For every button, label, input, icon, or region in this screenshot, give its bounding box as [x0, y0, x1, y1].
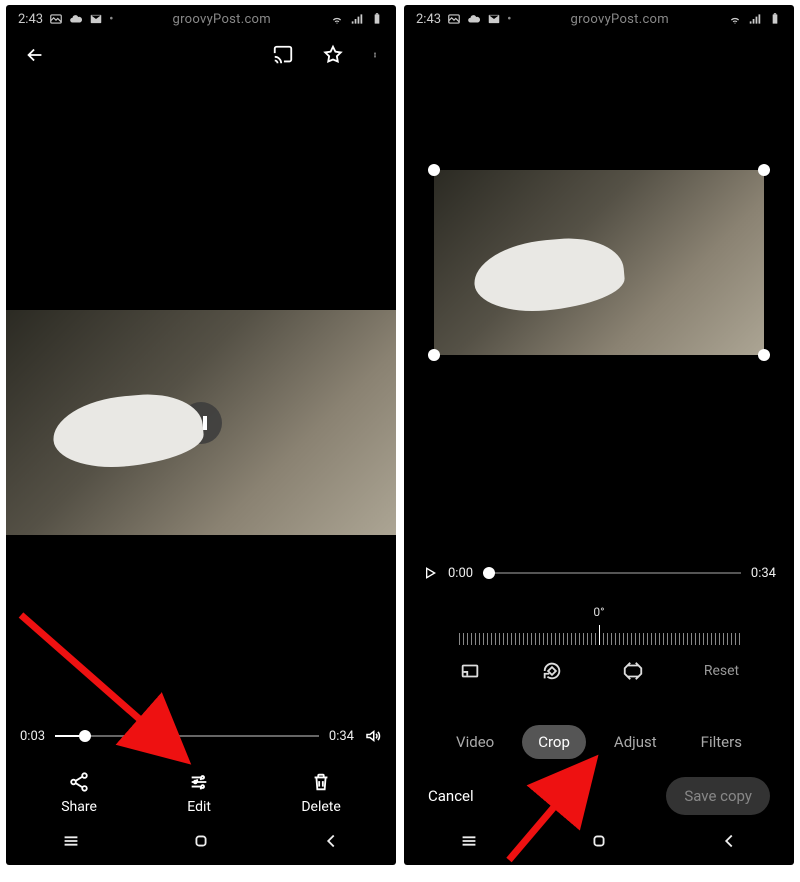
video-frame[interactable] — [6, 310, 396, 535]
duration-label: 0:34 — [751, 566, 776, 581]
signal-icon — [350, 12, 364, 26]
tab-filters[interactable]: Filters — [685, 725, 758, 759]
android-nav-bar — [6, 821, 396, 865]
status-time: 2:43 — [416, 12, 441, 27]
home-nav-icon[interactable] — [190, 830, 212, 856]
recents-nav-icon[interactable] — [60, 830, 82, 856]
status-time: 2:43 — [18, 12, 43, 27]
back-nav-icon[interactable] — [320, 830, 342, 856]
save-copy-button[interactable]: Save copy — [666, 777, 770, 815]
signal-icon — [748, 12, 762, 26]
volume-icon[interactable] — [364, 727, 382, 745]
share-button[interactable]: Share — [61, 771, 97, 815]
rotate-icon[interactable] — [541, 660, 563, 682]
crop-handle-tr[interactable] — [758, 164, 770, 176]
battery-icon — [370, 12, 384, 26]
edit-icon — [188, 771, 210, 793]
duration-label: 0:34 — [329, 729, 354, 744]
more-icon[interactable] — [372, 44, 378, 66]
gmail-icon — [89, 12, 103, 26]
battery-icon — [768, 12, 782, 26]
edit-button[interactable]: Edit — [187, 771, 211, 815]
progress-track[interactable] — [483, 572, 741, 574]
back-nav-icon[interactable] — [718, 830, 740, 856]
crop-handle-bl[interactable] — [428, 349, 440, 361]
crop-frame[interactable] — [434, 170, 764, 355]
crop-handle-tl[interactable] — [428, 164, 440, 176]
scrub-bar[interactable]: 0:03 0:34 — [6, 727, 396, 745]
transform-icon[interactable] — [622, 660, 644, 682]
progress-knob[interactable] — [483, 567, 495, 579]
delete-button[interactable]: Delete — [301, 771, 340, 815]
watermark: groovyPost.com — [570, 12, 669, 27]
current-time: 0:00 — [448, 566, 473, 581]
rotation-ticks[interactable] — [434, 623, 764, 645]
bottom-actions: Share Edit Delete — [6, 771, 396, 815]
video-content-placeholder — [471, 234, 627, 317]
cloud-icon — [69, 12, 83, 26]
wifi-icon — [728, 12, 742, 26]
rotation-value: 0° — [434, 605, 764, 619]
back-button[interactable] — [24, 44, 46, 66]
share-icon — [68, 771, 90, 793]
image-icon — [447, 12, 461, 26]
android-nav-bar — [404, 821, 794, 865]
recents-nav-icon[interactable] — [458, 830, 480, 856]
current-time: 0:03 — [20, 729, 45, 744]
delete-icon — [310, 771, 332, 793]
reset-button[interactable]: Reset — [704, 663, 739, 679]
tab-video[interactable]: Video — [440, 725, 510, 759]
wifi-icon — [330, 12, 344, 26]
editor-screen: 2:43 • groovyPost.com — [404, 5, 794, 865]
delete-label: Delete — [301, 799, 340, 815]
status-bar: 2:43 • groovyPost.com — [6, 5, 396, 33]
top-toolbar — [6, 33, 396, 77]
cast-icon[interactable] — [272, 44, 294, 66]
status-bar: 2:43 • groovyPost.com — [404, 5, 794, 33]
edit-label: Edit — [187, 799, 211, 815]
viewer-screen: 2:43 • groovyPost.com — [6, 5, 396, 865]
crop-handle-br[interactable] — [758, 349, 770, 361]
share-label: Share — [61, 799, 97, 815]
gmail-icon — [487, 12, 501, 26]
tab-adjust[interactable]: Adjust — [598, 725, 673, 759]
tab-crop[interactable]: Crop — [522, 725, 586, 759]
editor-timeline[interactable]: 0:00 0:34 — [404, 565, 794, 581]
play-icon[interactable] — [422, 565, 438, 581]
rotation-ruler[interactable]: 0° — [434, 605, 764, 645]
home-nav-icon[interactable] — [588, 830, 610, 856]
watermark: groovyPost.com — [172, 12, 271, 27]
cancel-button[interactable]: Cancel — [428, 787, 474, 805]
crop-tools: Reset — [404, 660, 794, 682]
cloud-icon — [467, 12, 481, 26]
aspect-ratio-icon[interactable] — [459, 660, 481, 682]
progress-track[interactable] — [55, 735, 319, 737]
editor-tabs: Video Crop Adjust Filters — [404, 725, 794, 759]
annotation-arrow — [16, 610, 226, 795]
star-icon[interactable] — [322, 44, 344, 66]
image-icon — [49, 12, 63, 26]
progress-knob[interactable] — [79, 730, 91, 742]
video-content-placeholder — [50, 389, 206, 472]
editor-bottom-bar: Cancel Save copy — [404, 777, 794, 815]
